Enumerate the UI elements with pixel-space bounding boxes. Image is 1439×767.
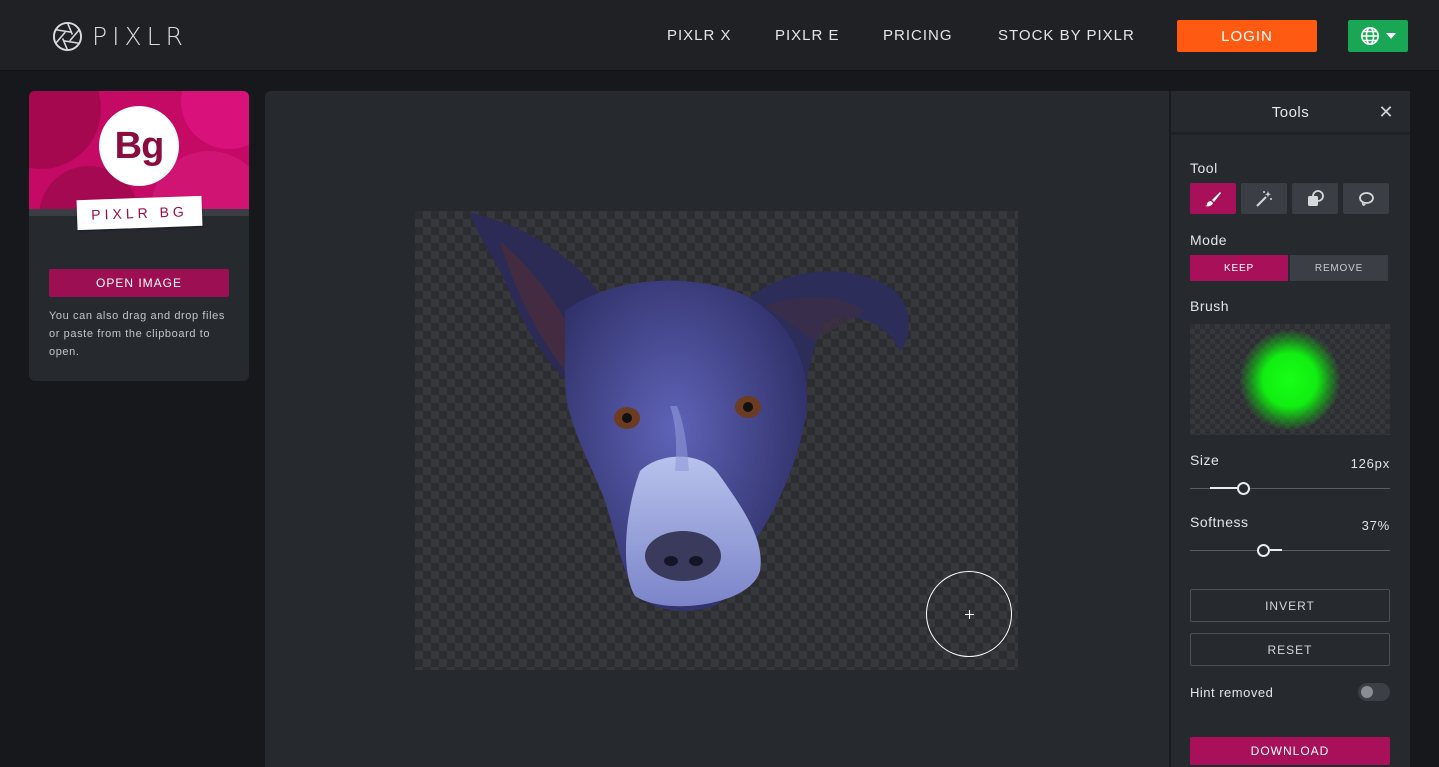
nav-pixlr-x[interactable]: PIXLR X <box>667 27 732 44</box>
tools-title: Tools <box>1271 104 1310 121</box>
close-icon[interactable]: ✕ <box>1377 103 1395 121</box>
lasso-icon <box>1359 191 1374 206</box>
softness-slider[interactable] <box>1190 544 1390 557</box>
reset-button[interactable]: RESET <box>1190 633 1390 666</box>
magic-wand-icon <box>1256 190 1272 207</box>
download-button[interactable]: DOWNLOAD <box>1190 737 1390 765</box>
logo-text: PIXLR <box>92 21 188 51</box>
login-button[interactable]: LOGIN <box>1177 20 1317 52</box>
tool-section-label: Tool <box>1190 160 1218 176</box>
language-button[interactable] <box>1348 20 1408 52</box>
nav-pixlr-e[interactable]: PIXLR E <box>775 27 840 44</box>
invert-button[interactable]: INVERT <box>1190 589 1390 622</box>
mode-section-label: Mode <box>1190 232 1228 248</box>
brush-icon <box>1205 191 1221 206</box>
tool-magic-wand[interactable] <box>1241 183 1287 214</box>
tools-header: Tools ✕ <box>1171 91 1410 135</box>
nav-pricing[interactable]: PRICING <box>883 27 953 44</box>
nav-stock[interactable]: STOCK BY PIXLR <box>998 27 1135 44</box>
tool-brush[interactable] <box>1190 183 1236 214</box>
open-hint-text: You can also drag and drop files or past… <box>49 310 225 358</box>
chevron-down-icon <box>1386 33 1396 39</box>
toggle-knob <box>1361 686 1373 698</box>
top-bar: PIXLR PIXLR X PIXLR E PRICING STOCK BY P… <box>0 0 1439 71</box>
open-image-button[interactable]: OPEN IMAGE <box>49 269 229 297</box>
brush-preview <box>1190 324 1390 435</box>
hint-removed-label: Hint removed <box>1190 685 1274 700</box>
size-slider-knob[interactable] <box>1237 482 1250 495</box>
pixlr-logo[interactable]: PIXLR <box>52 20 188 52</box>
size-value: 126px <box>1350 456 1390 471</box>
product-label: PIXLR BG <box>76 195 203 231</box>
size-slider[interactable] <box>1190 482 1390 495</box>
size-slider-fill <box>1210 487 1240 489</box>
shape-fill-icon <box>1308 189 1324 206</box>
brush-section-label: Brush <box>1190 298 1230 314</box>
image-canvas[interactable] <box>415 211 1018 670</box>
globe-icon <box>1361 27 1379 45</box>
size-label: Size <box>1190 452 1220 468</box>
bg-product-card: Bg PIXLR BG OPEN IMAGE You can also drag… <box>29 91 249 381</box>
hint-removed-toggle[interactable] <box>1358 683 1390 701</box>
softness-label: Softness <box>1190 514 1249 530</box>
bg-logo-badge: Bg <box>99 106 179 186</box>
mode-remove-button[interactable]: REMOVE <box>1290 255 1388 281</box>
tool-shape-fill[interactable] <box>1292 183 1338 214</box>
brush-preview-dot <box>1240 330 1340 430</box>
softness-slider-knob[interactable] <box>1257 544 1270 557</box>
mode-keep-button[interactable]: KEEP <box>1190 255 1288 281</box>
brush-cursor <box>926 571 1012 657</box>
editor-workspace <box>265 91 1169 767</box>
softness-value: 37% <box>1361 518 1390 533</box>
tools-panel: Tools ✕ Tool Mode KEEP REMOVE Brush Size… <box>1169 91 1410 767</box>
aperture-icon <box>52 21 83 51</box>
tool-lasso[interactable] <box>1343 183 1389 214</box>
softness-slider-fill <box>1270 549 1282 551</box>
